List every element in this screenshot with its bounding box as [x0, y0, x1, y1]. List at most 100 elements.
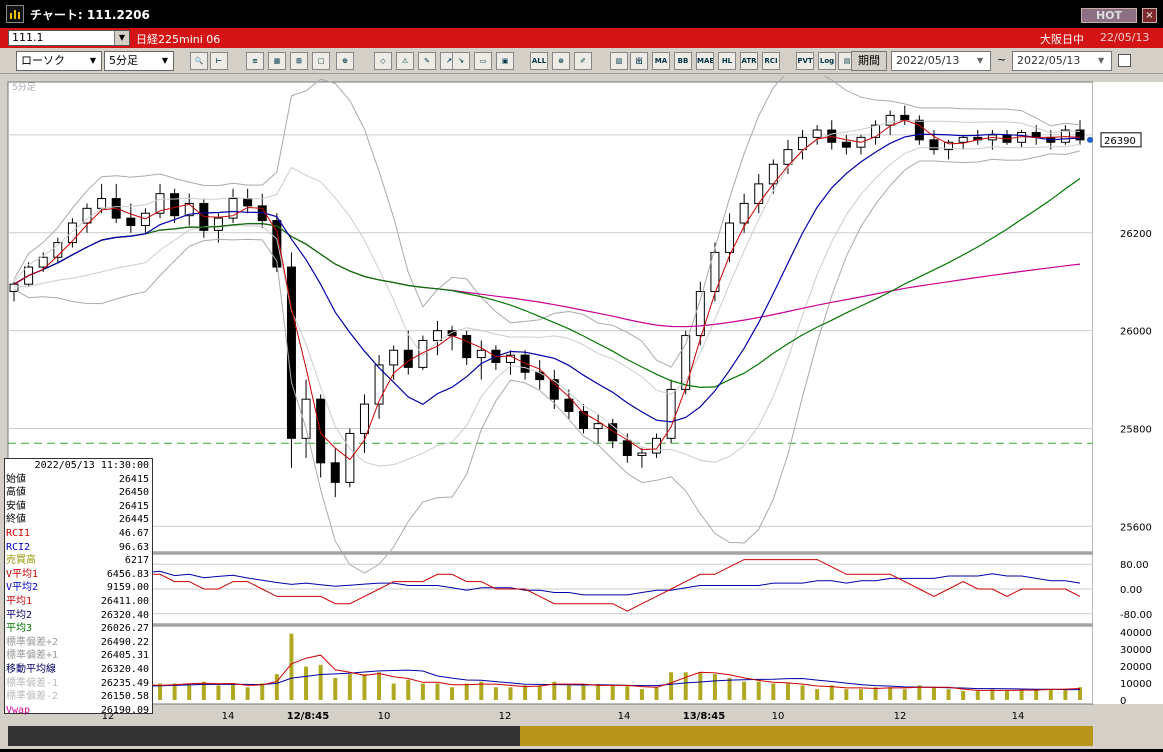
volume-tick-label: 40000: [1120, 628, 1152, 639]
volume-bar: [172, 683, 177, 700]
candle-body: [564, 398, 574, 412]
rci-button[interactable]: RCI: [762, 52, 780, 70]
chart-area[interactable]: 5分足 26200 26000 25800 25600 26390 80.00 0.00 -80…: [0, 68, 1163, 749]
ma-button[interactable]: MA: [652, 52, 670, 70]
calendar-dropdown-icon[interactable]: ▼: [977, 53, 989, 69]
current-price-marker: [1087, 136, 1093, 143]
volume-bar: [727, 677, 732, 700]
overview-thumb: [520, 726, 1093, 746]
info-value: 26320.40: [100, 609, 149, 621]
volume-bar: [450, 687, 455, 700]
bb-button[interactable]: BB: [674, 52, 692, 70]
volume-tick-label: 0: [1120, 696, 1126, 707]
chart-type-select[interactable]: ローソク ▼: [16, 51, 102, 71]
zoom-button[interactable]: 🔍: [190, 52, 208, 70]
volume-bar: [610, 685, 615, 700]
hot-button[interactable]: HOT: [1081, 8, 1137, 23]
date-from-field[interactable]: 2022/05/13 ▼: [891, 51, 991, 71]
cursor-button[interactable]: ⊢: [210, 52, 228, 70]
pvt-button[interactable]: PVT: [796, 52, 814, 70]
volume-bar: [669, 672, 674, 700]
frame-button[interactable]: ▣: [496, 52, 514, 70]
info-label: 移動平均線: [6, 663, 56, 675]
plus-button[interactable]: ⊕: [336, 52, 354, 70]
info-row: 平均3 26026.27: [5, 622, 152, 636]
volume-bar: [231, 683, 236, 700]
calendar-dropdown-icon[interactable]: ▼: [1098, 53, 1110, 69]
all-button[interactable]: ALL: [530, 52, 548, 70]
interval-select[interactable]: 5分足 ▼: [104, 51, 174, 71]
osc-tick-label: 0.00: [1120, 585, 1142, 596]
volume-bar: [596, 685, 601, 700]
export-button[interactable]: 出: [630, 52, 648, 70]
box-button[interactable]: □: [312, 52, 330, 70]
mae-button[interactable]: MAE: [696, 52, 714, 70]
volume-bar: [844, 689, 849, 700]
candle-body: [330, 462, 340, 483]
date-to-value: 2022/05/13: [1017, 54, 1081, 67]
candle-body: [914, 119, 924, 141]
volume-bar: [975, 690, 980, 700]
rect-button[interactable]: ▭: [474, 52, 492, 70]
volume-tick-label: 30000: [1120, 645, 1152, 656]
chevron-down-icon[interactable]: ▼: [114, 31, 129, 45]
volume-bar: [1048, 689, 1053, 700]
volume-bar: [406, 679, 411, 700]
x-tick-label: 14: [618, 711, 631, 722]
info-row: 平均2 26320.40: [5, 609, 152, 623]
volume-bar: [829, 685, 834, 700]
down-button[interactable]: ↘: [452, 52, 470, 70]
compare-button[interactable]: ⊞: [290, 52, 308, 70]
current-price-label: 26390: [1104, 136, 1136, 147]
color-button[interactable]: ▨: [610, 52, 628, 70]
info-label: 標準偏差+1: [6, 650, 59, 662]
info-rows: 始値 26415 高値 26450 安値 26415 終値 26445 RCI1 46.67 RCI…: [5, 473, 152, 718]
toolbar: ローソク ▼ 5分足 ▼ 🔍 ⊢ ≡ ▦ ⊞ □ ⊕ ◇ ⚠ ✎ ↗ ↘ ▭ ▣ ALL ⊛ ✐ ▨ 出 MA BB MA…: [0, 48, 1163, 74]
info-row: 標準偏差-1 26235.49: [5, 677, 152, 691]
info-label: V平均2: [6, 582, 39, 594]
date-range-checkbox[interactable]: [1118, 54, 1131, 67]
volume-bar: [377, 672, 382, 700]
date-to-field[interactable]: 2022/05/13 ▼: [1012, 51, 1112, 71]
title-bar[interactable]: チャート: 111.2206 HOT ×: [0, 0, 1163, 28]
draw-button[interactable]: ✐: [574, 52, 592, 70]
alert-button[interactable]: ⚠: [396, 52, 414, 70]
volume-bar: [260, 683, 265, 700]
info-label: 平均1: [6, 595, 33, 607]
price-tick-label: 25800: [1120, 425, 1152, 436]
chevron-down-icon: ▼: [89, 56, 97, 65]
volume-bar: [902, 689, 907, 700]
interval-value: 5分足: [109, 54, 138, 67]
price-tick-label: 26200: [1120, 229, 1152, 240]
chart-canvas[interactable]: 5分足 26200 26000 25800 25600 26390 80.00 0.00 -80…: [0, 68, 1163, 749]
atr-button[interactable]: ATR: [740, 52, 758, 70]
symbol-name: 日経225mini 06: [136, 33, 221, 46]
pen-button[interactable]: ✎: [418, 52, 436, 70]
info-value: 6456.83: [106, 568, 149, 580]
candle-body: [739, 202, 749, 224]
hl-button[interactable]: HL: [718, 52, 736, 70]
volume-bar: [698, 672, 703, 700]
symbol-code-select[interactable]: 111.1 ▼: [8, 30, 130, 46]
volume-bar: [362, 674, 367, 700]
info-label: 標準偏差+2: [6, 636, 59, 648]
period-button[interactable]: 期間: [851, 51, 887, 71]
close-button[interactable]: ×: [1142, 8, 1157, 23]
candle-body: [476, 349, 486, 359]
volume-bar: [785, 683, 790, 700]
volume-bar: [858, 689, 863, 700]
osc-tick-label: 80.00: [1120, 560, 1149, 571]
gear-button[interactable]: ⊛: [552, 52, 570, 70]
info-row: 標準偏差-2 26150.58: [5, 690, 152, 704]
diamond-button[interactable]: ◇: [374, 52, 392, 70]
volume-bar: [435, 683, 440, 700]
info-value: 26320.40: [100, 663, 149, 675]
info-label: 標準偏差-2: [6, 691, 59, 703]
candle-body: [462, 335, 472, 359]
grid-button[interactable]: ≡: [246, 52, 264, 70]
log-button[interactable]: Log: [818, 52, 836, 70]
volume-bar: [274, 674, 279, 700]
bar-button[interactable]: ▦: [268, 52, 286, 70]
info-row: Vwap 26190.09: [5, 704, 152, 718]
info-row: 標準偏差+1 26405.31: [5, 649, 152, 663]
